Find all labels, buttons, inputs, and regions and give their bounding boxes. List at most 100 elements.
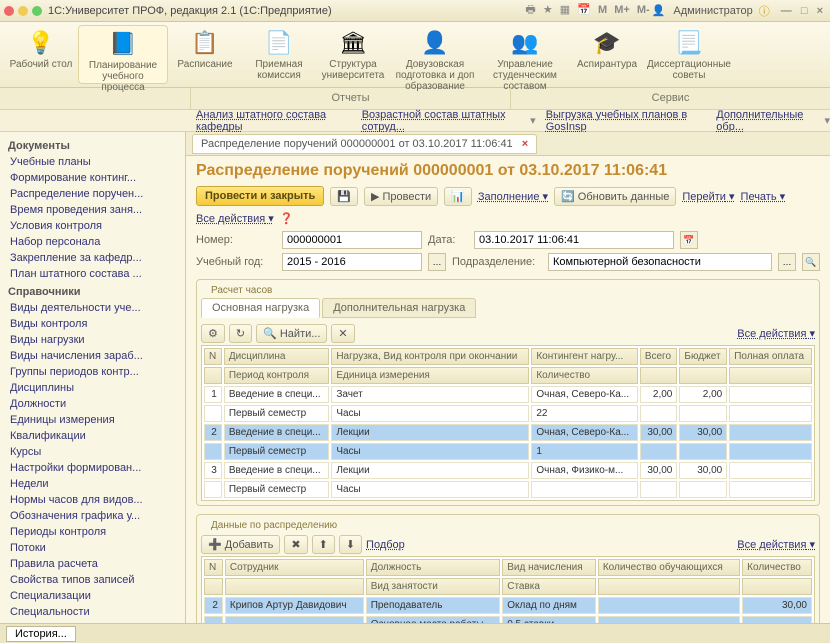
link-staff-analysis[interactable]: Анализ штатного состава кафедры xyxy=(190,109,352,133)
clear-find-icon[interactable]: ✕ xyxy=(331,324,354,343)
col-header[interactable]: Вид начисления xyxy=(502,559,596,576)
post-close-button[interactable]: Провести и закрыть xyxy=(196,186,324,206)
sidebar-item[interactable]: Условия контроля xyxy=(0,218,185,234)
tb-schedule[interactable]: 📋Расписание xyxy=(168,25,242,84)
year-input[interactable] xyxy=(282,253,422,271)
fav-icon[interactable]: ★ xyxy=(543,4,553,16)
help-icon[interactable]: ❓ xyxy=(280,212,294,225)
sidebar-item[interactable]: Квалификации xyxy=(0,428,185,444)
sidebar-item[interactable]: Закрепление за кафедр... xyxy=(0,250,185,266)
sidebar-item[interactable]: Правила расчета xyxy=(0,556,185,572)
sidebar-item[interactable]: Недели xyxy=(0,476,185,492)
table-row[interactable]: 1Введение в специ...ЗачетОчная, Северо-К… xyxy=(204,386,812,403)
sidebar-item[interactable]: Специализации xyxy=(0,588,185,604)
sidebar-item[interactable]: Распределение поручен... xyxy=(0,186,185,202)
grid-all-actions[interactable]: Все действия ▾ xyxy=(737,327,815,340)
sidebar-item[interactable]: Группы периодов контр... xyxy=(0,364,185,380)
link-age-staff[interactable]: Возрастной состав штатных сотруд... xyxy=(356,109,526,133)
sidebar-item[interactable]: Потоки xyxy=(0,540,185,556)
table-row[interactable]: 3Введение в специ...ЛекцииОчная, Физико-… xyxy=(204,462,812,479)
date-input[interactable] xyxy=(474,231,674,249)
col-header[interactable]: Всего xyxy=(640,348,678,365)
grid-settings-icon[interactable]: ⚙ xyxy=(201,324,225,343)
link-additional[interactable]: Дополнительные обр... xyxy=(710,109,820,133)
col-header[interactable]: Дисциплина xyxy=(224,348,329,365)
year-select-icon[interactable]: … xyxy=(428,253,446,271)
history-button[interactable]: История... xyxy=(6,626,76,642)
max-dot[interactable] xyxy=(32,6,42,16)
tab-main-load[interactable]: Основная нагрузка xyxy=(201,298,320,318)
tb-planning[interactable]: 📘Планирование учебного процесса xyxy=(78,25,168,84)
col-header[interactable]: Сотрудник xyxy=(225,559,364,576)
tb-admission[interactable]: 📄Приемная комиссия xyxy=(242,25,316,84)
document-tab[interactable]: Распределение поручений 000000001 от 03.… xyxy=(192,134,537,154)
tab-close-icon[interactable]: × xyxy=(522,138,528,150)
col-header[interactable]: N xyxy=(204,559,223,576)
sidebar-item[interactable]: Формирование континг... xyxy=(0,170,185,186)
m-icon[interactable]: M xyxy=(598,4,607,16)
down-icon[interactable]: ⬇ xyxy=(339,535,362,554)
col-header[interactable]: Должность xyxy=(366,559,501,576)
number-input[interactable] xyxy=(282,231,422,249)
tb-desktop[interactable]: 💡Рабочий стол xyxy=(4,25,78,84)
col-header[interactable]: Нагрузка, Вид контроля при окончании xyxy=(331,348,529,365)
sidebar-item[interactable]: Время проведения заня... xyxy=(0,202,185,218)
distribution-grid[interactable]: NСотрудникДолжностьВид начисления Количес… xyxy=(201,556,815,623)
sidebar-item[interactable]: Свойства типов записей xyxy=(0,572,185,588)
info-icon[interactable]: ⓘ xyxy=(759,3,770,19)
tb-dissert[interactable]: 📃Диссертационные советы xyxy=(644,25,734,84)
min-dot[interactable] xyxy=(18,6,28,16)
maximize-icon[interactable]: □ xyxy=(801,5,808,17)
sidebar-item[interactable]: Нормы часов для видов... xyxy=(0,492,185,508)
calc-icon[interactable]: ▦ xyxy=(560,4,570,16)
sidebar-item[interactable]: Виды начисления зараб... xyxy=(0,348,185,364)
save-icon[interactable]: 💾 xyxy=(330,187,358,206)
tb-postgrad[interactable]: 🎓Аспирантура xyxy=(570,25,644,84)
delete-icon[interactable]: ✖ xyxy=(284,535,307,554)
find-button[interactable]: 🔍 Найти... xyxy=(256,324,327,343)
sidebar-item[interactable]: Виды деятельности уче... xyxy=(0,300,185,316)
dept-select-icon[interactable]: … xyxy=(778,253,796,271)
sidebar-item[interactable]: Дисциплины xyxy=(0,380,185,396)
table-row[interactable]: 2Крипов Артур ДавидовичПреподавательОкла… xyxy=(204,597,812,614)
print-link[interactable]: Печать ▾ xyxy=(741,190,786,203)
up-icon[interactable]: ⬆ xyxy=(312,535,335,554)
mminus-icon[interactable]: M- xyxy=(637,4,650,16)
post-button[interactable]: ▶ Провести xyxy=(364,187,438,206)
grid-refresh-icon[interactable]: ↻ xyxy=(229,324,252,343)
table-row[interactable]: Основное место работы0,5 ставки xyxy=(204,616,812,623)
date-picker-icon[interactable]: 📅 xyxy=(680,231,698,249)
dept-input[interactable] xyxy=(548,253,772,271)
sidebar-item[interactable]: Обозначения графика у... xyxy=(0,508,185,524)
col-header[interactable]: Контингент нагру... xyxy=(531,348,637,365)
tb-structure[interactable]: 🏛Структура университета xyxy=(316,25,390,84)
sidebar-item[interactable]: Виды контроля xyxy=(0,316,185,332)
tab-extra-load[interactable]: Дополнительная нагрузка xyxy=(322,298,476,318)
sidebar-item[interactable]: Виды нагрузки xyxy=(0,332,185,348)
sidebar-item[interactable]: Учебные планы xyxy=(0,154,185,170)
hours-grid[interactable]: NДисциплинаНагрузка, Вид контроля при ок… xyxy=(201,345,815,501)
sidebar-item[interactable]: Периоды контроля xyxy=(0,524,185,540)
mplus-icon[interactable]: M+ xyxy=(614,4,630,16)
cal-icon[interactable]: 📅 xyxy=(577,4,591,16)
table-row[interactable]: Первый семестрЧасы22 xyxy=(204,405,812,422)
add-button[interactable]: ➕ Добавить xyxy=(201,535,280,554)
link-export-plans[interactable]: Выгрузка учебных планов в GosInsp xyxy=(540,109,707,133)
sidebar-item[interactable]: Курсы xyxy=(0,444,185,460)
sidebar-item[interactable]: План штатного состава ... xyxy=(0,266,185,282)
tb-students[interactable]: 👥Управление студенческим составом xyxy=(480,25,570,84)
pick-link[interactable]: Подбор xyxy=(366,539,405,551)
all-actions-link[interactable]: Все действия ▾ xyxy=(196,212,274,225)
tb-preuniv[interactable]: 👤Довузовская подготовка и доп образовани… xyxy=(390,25,480,84)
col-header[interactable]: Полная оплата xyxy=(729,348,812,365)
sidebar-item[interactable]: Настройки формирован... xyxy=(0,460,185,476)
dist-all-actions[interactable]: Все действия ▾ xyxy=(737,538,815,551)
goto-link[interactable]: Перейти ▾ xyxy=(682,190,734,203)
table-row[interactable]: 2Введение в специ...ЛекцииОчная, Северо-… xyxy=(204,424,812,441)
sidebar-item[interactable]: Должности xyxy=(0,396,185,412)
print-icon[interactable]: 🖶 xyxy=(525,4,535,16)
col-header[interactable]: Количество xyxy=(742,559,812,576)
col-header[interactable]: Бюджет xyxy=(679,348,727,365)
close-icon[interactable]: × xyxy=(817,5,823,17)
table-row[interactable]: Первый семестрЧасы xyxy=(204,481,812,498)
